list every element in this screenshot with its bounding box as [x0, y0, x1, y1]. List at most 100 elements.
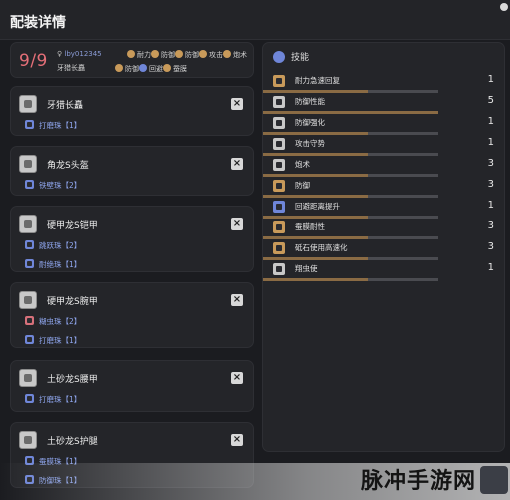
skill-chip-icon [163, 64, 171, 72]
skill-level-bar-fill [263, 90, 368, 93]
jewel-slot[interactable]: 跳跃珠【2】 [25, 240, 81, 251]
armor-card: 土砂龙S腰甲 × 打磨珠【1】 [10, 360, 254, 412]
skill-level-bar [263, 90, 438, 93]
skill-icon [273, 117, 285, 129]
skill-row[interactable]: 防御性能 5 [263, 95, 506, 116]
skill-chip: 蚕膜 [163, 64, 187, 74]
skill-level: 1 [487, 137, 494, 148]
remove-armor-button[interactable]: × [231, 158, 243, 170]
skill-chip-icon [175, 50, 183, 58]
armor-name: 硬甲龙S腕甲 [47, 297, 98, 307]
skill-level-bar-fill [263, 236, 368, 239]
skill-level-bar [263, 278, 438, 281]
watermark: 脉冲手游网 [0, 463, 510, 500]
skill-chip-label: 防御 [125, 65, 139, 73]
jewel-icon [25, 240, 34, 249]
skill-chip-icon [115, 64, 123, 72]
skill-row[interactable]: 攻击守势 1 [263, 137, 506, 158]
user-icon: ♀ [57, 50, 63, 58]
skill-chip: 回避 [139, 64, 163, 74]
armor-name: 牙猎长矗 [47, 101, 84, 111]
skill-row[interactable]: 防御 3 [263, 179, 506, 200]
skill-chip-label: 回避 [149, 65, 163, 73]
skill-level: 1 [487, 262, 494, 273]
user-name: lby012345 [64, 50, 102, 58]
skill-chip: 炮术 [223, 50, 247, 60]
jewel-slot[interactable]: 打磨珠【1】 [25, 335, 81, 346]
skill-level: 1 [487, 116, 494, 127]
remove-armor-button[interactable]: × [231, 294, 243, 306]
skill-name: 防御性能 [295, 97, 325, 106]
skill-level-bar [263, 216, 438, 219]
skill-icon [273, 180, 285, 192]
jewel-label: 糊虫珠【2】 [39, 317, 82, 326]
armor-piece-icon [19, 291, 37, 309]
window-control-icon[interactable] [500, 3, 508, 11]
jewel-icon [25, 316, 34, 325]
skill-icon [273, 159, 285, 171]
watermark-logo-icon [480, 466, 508, 494]
skill-level-bar [263, 236, 438, 239]
jewel-slot[interactable]: 糊虫珠【2】 [25, 316, 81, 327]
skill-level: 3 [487, 220, 494, 231]
skills-panel: 技能 耐力急速回复 1 防御性能 5 防御强化 1 攻击守势 1 炮术 3 防御 3 回避距离提升 1 蚕膜… [262, 42, 505, 452]
skill-icon [273, 75, 285, 87]
skill-name: 耐力急速回复 [295, 76, 340, 85]
skill-row[interactable]: 回避距离提升 1 [263, 200, 506, 221]
skill-chip-label: 防御 [185, 51, 199, 59]
jewel-slot[interactable]: 铁壁珠【2】 [25, 180, 81, 191]
skill-name: 翔虫使 [295, 264, 318, 273]
armor-piece-icon [19, 215, 37, 233]
armor-name: 土砂龙S腰甲 [47, 375, 98, 385]
skill-level: 1 [487, 200, 494, 211]
armor-card: 牙猎长矗 × 打磨珠【1】 [10, 86, 254, 136]
remove-armor-button[interactable]: × [231, 372, 243, 384]
skill-chip: 防御 [151, 50, 175, 60]
jewel-label: 铁壁珠【2】 [39, 181, 82, 190]
jewel-icon [25, 120, 34, 129]
armor-card: 硬甲龙S腕甲 × 糊虫珠【2】 打磨珠【1】 [10, 282, 254, 348]
skill-row[interactable]: 翔虫使 1 [263, 262, 506, 283]
skill-row[interactable]: 蚕膜耐性 3 [263, 220, 506, 241]
skill-row[interactable]: 炮术 3 [263, 158, 506, 179]
skill-level-bar [263, 195, 438, 198]
remove-armor-button[interactable]: × [231, 218, 243, 230]
armor-piece-icon [19, 155, 37, 173]
skill-level-bar-fill [263, 278, 368, 281]
jewel-icon [25, 259, 34, 268]
skill-level-bar-fill [263, 132, 368, 135]
user-id[interactable]: ♀ lby012345 [57, 50, 102, 58]
jewel-slot[interactable]: 打磨珠【1】 [25, 120, 81, 131]
remove-armor-button[interactable]: × [231, 434, 243, 446]
armor-name: 角龙S头盔 [47, 161, 89, 171]
skill-chip-icon [223, 50, 231, 58]
jewel-icon [25, 180, 34, 189]
skill-chip: 防御 [115, 64, 139, 74]
jewel-label: 打磨珠【1】 [39, 121, 82, 130]
skill-icon [273, 242, 285, 254]
skill-row[interactable]: 砥石使用高速化 3 [263, 241, 506, 262]
skill-level-bar-fill [263, 257, 368, 260]
weapon-name: 牙猎长矗 [57, 64, 85, 72]
remove-armor-button[interactable]: × [231, 98, 243, 110]
skills-header: 技能 [273, 50, 309, 63]
skill-row[interactable]: 耐力急速回复 1 [263, 74, 506, 95]
armor-card: 角龙S头盔 × 铁壁珠【2】 [10, 146, 254, 196]
skill-level-bar-fill [263, 111, 438, 114]
skill-level-bar-fill [263, 174, 368, 177]
jewel-slot[interactable]: 耐绝珠【1】 [25, 259, 81, 270]
skill-chip-label: 炮术 [233, 51, 247, 59]
skill-name: 蚕膜耐性 [295, 222, 325, 231]
armor-name: 硬甲龙S铠甲 [47, 221, 98, 231]
jewel-label: 打磨珠【1】 [39, 336, 82, 345]
skill-row[interactable]: 防御强化 1 [263, 116, 506, 137]
skills-icon [273, 51, 285, 63]
jewel-label: 耐绝珠【1】 [39, 260, 82, 269]
armor-piece-icon [19, 95, 37, 113]
skill-chip-label: 防御 [161, 51, 175, 59]
skill-level-bar [263, 174, 438, 177]
skill-level-bar-fill [263, 153, 368, 156]
jewel-slot[interactable]: 打磨珠【1】 [25, 394, 81, 405]
slot-count: 9/9 [19, 51, 48, 71]
skill-name: 防御 [295, 181, 310, 190]
